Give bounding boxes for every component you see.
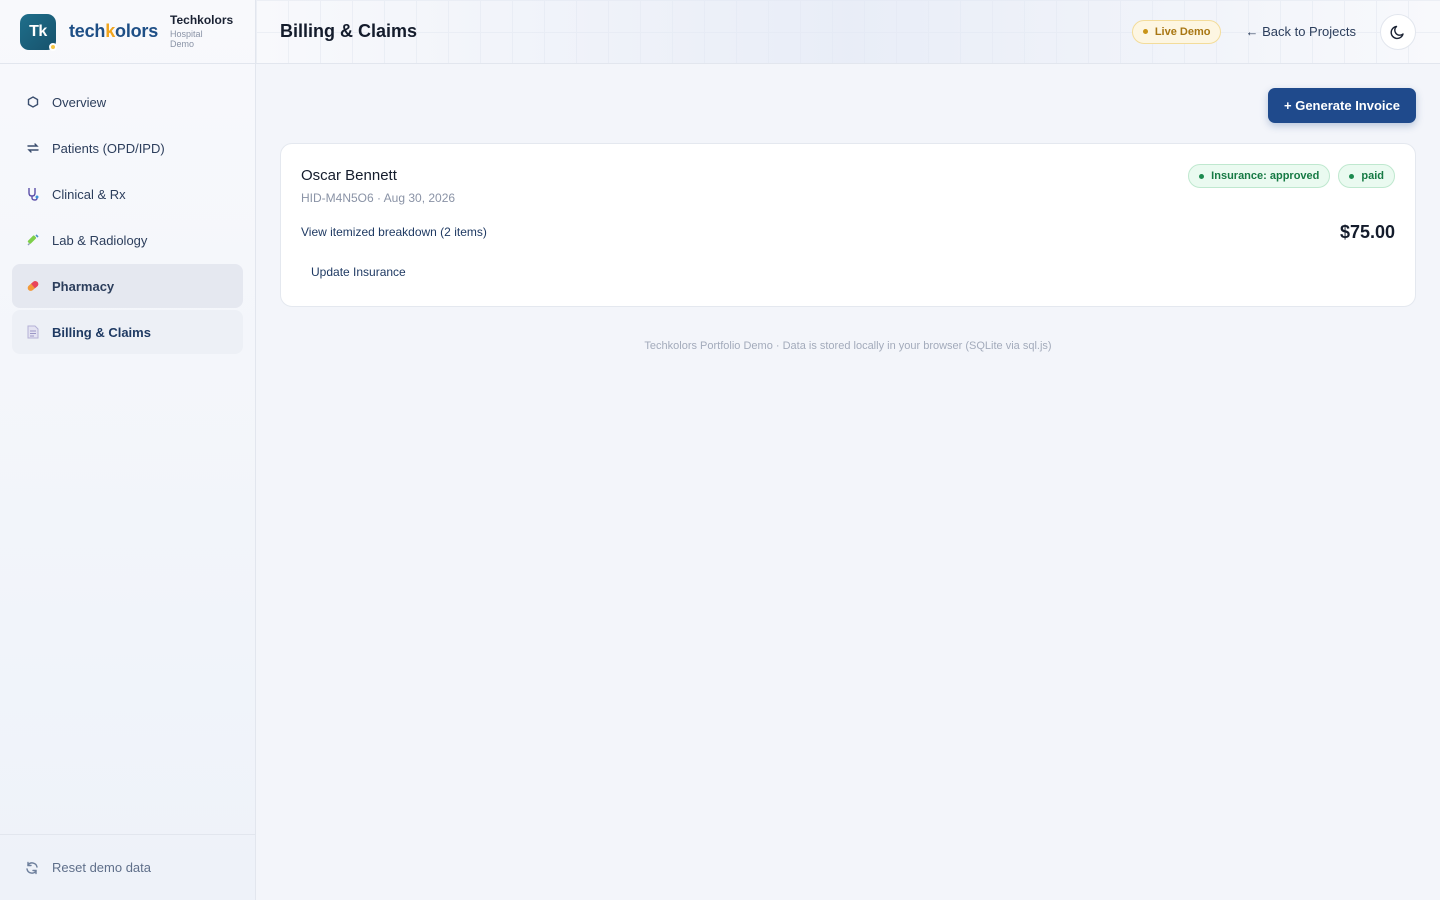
badge-dot-icon (1349, 173, 1355, 179)
brand-subtitle-line: Demo (170, 39, 195, 49)
itemized-breakdown-link[interactable]: View itemized breakdown (2 items) (301, 225, 487, 239)
sidebar-item-label: Overview (52, 94, 107, 110)
hexagon-icon (26, 95, 40, 109)
payment-status-label: paid (1361, 170, 1384, 182)
sidebar-item-patients[interactable]: Patients (OPD/IPD) (12, 126, 243, 170)
update-insurance-button[interactable]: Update Insurance (311, 265, 406, 279)
payment-status-badge: paid (1338, 164, 1395, 188)
sidebar-item-overview[interactable]: Overview (12, 80, 243, 124)
brand-name: Techkolors (170, 13, 234, 27)
invoice-card: Oscar Bennett HID-M4N5O6 · Aug 30, 2026 … (280, 143, 1416, 307)
reset-demo-button[interactable]: Reset demo data (0, 834, 255, 900)
sidebar-item-label: Patients (OPD/IPD) (52, 140, 165, 156)
invoice-meta: HID-M4N5O6 · Aug 30, 2026 (301, 191, 456, 205)
document-icon (26, 325, 40, 339)
sidebar-item-label: Billing & Claims (52, 324, 151, 340)
logo-initials: Tk (29, 22, 47, 40)
sidebar-item-lab[interactable]: Lab & Radiology (12, 218, 243, 262)
logo-badge: Tk (20, 13, 57, 51)
page-title: Billing & Claims (280, 21, 418, 41)
sidebar-item-pharmacy[interactable]: Pharmacy (12, 264, 243, 308)
arrows-exchange-icon (26, 141, 40, 155)
sidebar-item-label: Lab & Radiology (52, 232, 148, 248)
theme-toggle-button[interactable] (1380, 13, 1416, 50)
brand-meta: Techkolors Hospital Demo (170, 14, 233, 49)
insurance-status-badge: Insurance: approved (1188, 164, 1331, 188)
status-dot-icon (49, 42, 57, 51)
main-content: + Generate Invoice Oscar Bennett HID-M4N… (256, 64, 1440, 900)
patient-name: Oscar Bennett (301, 167, 397, 184)
sidebar-item-billing[interactable]: Billing & Claims (12, 310, 243, 354)
refresh-icon (25, 861, 39, 875)
back-to-projects-link[interactable]: ← Back to Projects (1245, 24, 1356, 39)
moon-icon (1390, 25, 1404, 39)
badge-dot-icon (1199, 173, 1205, 179)
sidebar-item-label: Pharmacy (52, 278, 115, 294)
sidebar-nav: Overview Patients (OPD/IPD) Clinical & R… (0, 64, 255, 372)
brand-subtitle-line: Hospital (170, 29, 203, 39)
logo-wordmark: techkolors (69, 21, 158, 42)
brand[interactable]: Tk techkolors Techkolors Hospital Demo (0, 0, 255, 64)
badge-dot-icon (1142, 29, 1148, 34)
live-demo-label: Live Demo (1154, 25, 1211, 38)
logo-word-part: tech (69, 21, 106, 41)
sidebar-item-clinical[interactable]: Clinical & Rx (12, 172, 243, 216)
logo-word-k: k (105, 21, 116, 41)
live-demo-badge: Live Demo (1131, 19, 1222, 44)
generate-invoice-button[interactable]: + Generate Invoice (1268, 88, 1416, 123)
footer-note: Techkolors Portfolio Demo · Data is stor… (644, 340, 1052, 352)
reset-demo-label: Reset demo data (52, 860, 152, 875)
sidebar-item-label: Clinical & Rx (52, 186, 126, 202)
status-chips: Insurance: approved paid (1180, 164, 1395, 188)
logo-word-part: olors (115, 21, 159, 41)
insurance-status-label: Insurance: approved (1211, 170, 1320, 182)
sidebar: Tk techkolors Techkolors Hospital Demo O… (0, 0, 256, 900)
brand-subtitle: Hospital Demo (170, 29, 233, 49)
top-header: Billing & Claims Live Demo ← Back to Pro… (256, 0, 1440, 64)
invoice-amount: $75.00 (1339, 222, 1395, 242)
header-actions: Live Demo ← Back to Projects (1131, 13, 1440, 50)
stethoscope-icon (26, 187, 40, 201)
pill-icon (26, 279, 40, 293)
syringe-icon (26, 233, 40, 247)
